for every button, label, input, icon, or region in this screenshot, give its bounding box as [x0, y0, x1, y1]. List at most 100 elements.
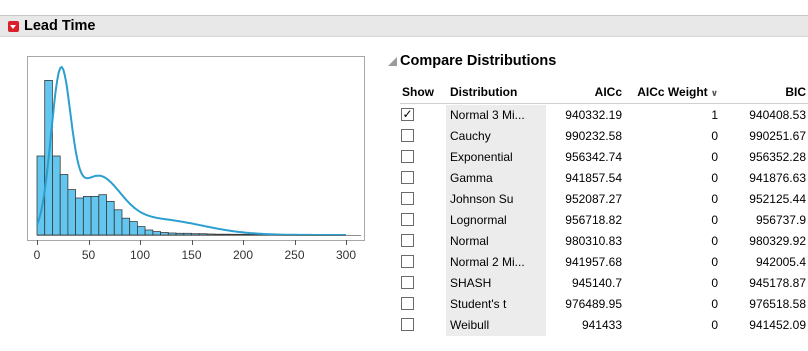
- show-checkbox[interactable]: [401, 192, 414, 205]
- show-cell: ✓: [400, 105, 444, 126]
- column-header-aicc-weight[interactable]: AICc Weight ∨: [628, 82, 726, 103]
- histogram-bar: [160, 232, 169, 236]
- x-tick-label: 250: [284, 248, 305, 262]
- distribution-name: Normal 3 Mi...: [446, 105, 546, 126]
- show-cell: [400, 147, 444, 168]
- aicc-weight-value: 0: [711, 255, 718, 269]
- header-divider: [400, 103, 808, 104]
- distribution-name: Gamma: [446, 168, 546, 189]
- x-tick-label: 150: [181, 248, 202, 262]
- distribution-name: Weibull: [446, 315, 546, 336]
- distribution-name: Normal: [446, 231, 546, 252]
- x-tick-label: 100: [129, 248, 151, 262]
- histogram-bar: [83, 195, 92, 236]
- aicc-weight-value: 0: [711, 234, 718, 248]
- bic-value: 942005.4: [755, 255, 806, 269]
- bic-value: 940408.53: [749, 108, 806, 122]
- aicc-value: 980310.83: [565, 234, 622, 248]
- show-cell: [400, 126, 444, 147]
- aicc-weight-value: 1: [711, 108, 718, 122]
- aicc-value: 956342.74: [565, 150, 622, 164]
- compare-distributions-header[interactable]: Compare Distributions: [385, 53, 808, 73]
- histogram-bar: [129, 221, 138, 236]
- histogram-bar: [191, 233, 200, 236]
- histogram-bar: [206, 233, 216, 236]
- show-checkbox[interactable]: [401, 318, 414, 331]
- histogram-bar: [214, 233, 223, 236]
- histogram-bar: [90, 195, 100, 236]
- aicc-value: 990232.58: [565, 129, 622, 143]
- show-cell: [400, 189, 444, 210]
- column-header-aicc[interactable]: AICc: [546, 82, 628, 103]
- show-checkbox[interactable]: [401, 234, 414, 247]
- x-tick-mark: [346, 240, 347, 245]
- aicc-weight-value: 0: [711, 297, 718, 311]
- aicc-value: 941957.68: [565, 255, 622, 269]
- x-tick-label: 300: [335, 248, 357, 262]
- aicc-value: 940332.19: [565, 108, 622, 122]
- aicc-weight-value: 0: [711, 129, 718, 143]
- histogram-bar: [113, 209, 123, 236]
- distribution-name: Student's t: [446, 294, 546, 315]
- bic-value: 976518.58: [749, 297, 806, 311]
- show-checkbox[interactable]: [401, 255, 414, 268]
- distribution-name: Normal 2 Mi...: [446, 252, 546, 273]
- bic-value: 952125.44: [749, 192, 806, 206]
- aicc-weight-value: 0: [711, 171, 718, 185]
- histogram-bar: [98, 194, 107, 236]
- aicc-weight-value: 0: [711, 192, 718, 206]
- show-checkbox[interactable]: [401, 129, 414, 142]
- bic-value: 980329.92: [749, 234, 806, 248]
- bic-value: 956737.9: [755, 213, 806, 227]
- column-header-bic[interactable]: BIC: [726, 82, 808, 103]
- histogram-bar: [245, 233, 254, 236]
- bic-value: 941452.09: [749, 318, 806, 332]
- x-tick-mark: [191, 240, 193, 245]
- show-cell: [400, 294, 444, 315]
- show-checkbox[interactable]: [401, 150, 414, 163]
- aicc-value: 941433: [581, 318, 622, 332]
- distribution-name: Lognormal: [446, 210, 546, 231]
- show-cell: [400, 168, 444, 189]
- aicc-value: 952087.27: [565, 192, 622, 206]
- column-header-distribution[interactable]: Distribution: [446, 82, 546, 103]
- red-disclosure-icon[interactable]: [8, 21, 19, 32]
- x-tick-mark: [88, 240, 90, 245]
- histogram-bar: [183, 232, 192, 236]
- x-tick-label: 200: [232, 248, 254, 262]
- column-header-show[interactable]: Show: [400, 82, 446, 103]
- show-checkbox[interactable]: [401, 171, 414, 184]
- aicc-value: 941857.54: [565, 171, 622, 185]
- histogram-bar: [229, 233, 239, 236]
- histogram-bar: [106, 200, 115, 236]
- disclosure-triangle-icon[interactable]: [388, 57, 397, 66]
- histogram-bar: [75, 197, 84, 236]
- outline-title: Lead Time: [24, 18, 96, 34]
- lead-time-outline-header[interactable]: Lead Time: [0, 15, 808, 37]
- show-checkbox[interactable]: ✓: [401, 108, 414, 121]
- histogram-frame: [27, 56, 365, 241]
- histogram-bar: [52, 155, 61, 236]
- show-checkbox[interactable]: [401, 276, 414, 289]
- x-tick-mark: [140, 240, 141, 245]
- histogram-bar: [167, 232, 177, 236]
- x-tick-mark: [37, 240, 38, 245]
- show-checkbox[interactable]: [401, 213, 414, 226]
- histogram-bar: [137, 226, 146, 236]
- aicc-weight-label: AICc Weight: [637, 85, 708, 99]
- bic-value: 956352.28: [749, 150, 806, 164]
- histogram-bar: [67, 189, 77, 236]
- aicc-weight-value: 0: [711, 276, 718, 290]
- histogram-plot: [36, 65, 361, 236]
- bic-value: 990251.67: [749, 129, 806, 143]
- show-checkbox[interactable]: [401, 297, 414, 310]
- distribution-name: SHASH: [446, 273, 546, 294]
- distribution-name: Exponential: [446, 147, 546, 168]
- aicc-weight-value: 0: [711, 318, 718, 332]
- bic-value: 945178.87: [749, 276, 806, 290]
- histogram-bar: [221, 233, 231, 236]
- x-tick-label: 0: [33, 248, 41, 262]
- histogram-bar: [152, 231, 162, 236]
- histogram-bar: [198, 233, 208, 236]
- show-cell: [400, 231, 444, 252]
